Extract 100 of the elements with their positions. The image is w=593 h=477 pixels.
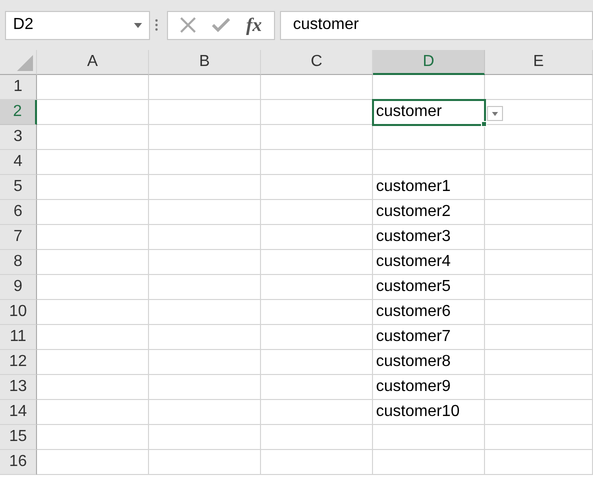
table-cell[interactable] [149, 425, 261, 450]
table-cell[interactable]: customer [373, 100, 485, 125]
table-cell[interactable] [37, 375, 149, 400]
row-header[interactable]: 10 [0, 300, 37, 325]
table-cell[interactable] [149, 300, 261, 325]
table-cell[interactable] [149, 150, 261, 175]
name-box[interactable]: D2 [5, 10, 150, 40]
cancel-icon[interactable] [180, 17, 196, 33]
column-header[interactable]: B [149, 50, 261, 75]
table-cell[interactable] [261, 125, 373, 150]
table-cell[interactable]: customer7 [373, 325, 485, 350]
column-header[interactable]: A [37, 50, 149, 75]
table-cell[interactable] [37, 75, 149, 100]
table-cell[interactable] [149, 200, 261, 225]
table-cell[interactable] [149, 350, 261, 375]
table-cell[interactable] [37, 300, 149, 325]
table-cell[interactable] [261, 275, 373, 300]
table-cell[interactable] [373, 150, 485, 175]
row-header[interactable]: 15 [0, 425, 37, 450]
row-header[interactable]: 12 [0, 350, 37, 375]
table-cell[interactable] [261, 375, 373, 400]
table-cell[interactable] [149, 250, 261, 275]
row-header[interactable]: 16 [0, 450, 37, 475]
table-cell[interactable]: customer10 [373, 400, 485, 425]
table-cell[interactable]: customer1 [373, 175, 485, 200]
formula-input[interactable]: customer [280, 10, 593, 40]
table-cell[interactable] [261, 75, 373, 100]
row-header[interactable]: 6 [0, 200, 37, 225]
table-cell[interactable] [37, 325, 149, 350]
table-cell[interactable] [485, 325, 593, 350]
table-cell[interactable]: customer6 [373, 300, 485, 325]
table-cell[interactable] [37, 225, 149, 250]
table-cell[interactable] [261, 450, 373, 475]
table-cell[interactable] [261, 225, 373, 250]
row-header[interactable]: 13 [0, 375, 37, 400]
table-cell[interactable] [261, 350, 373, 375]
table-cell[interactable] [37, 175, 149, 200]
row-header[interactable]: 2 [0, 100, 37, 125]
table-cell[interactable] [37, 450, 149, 475]
row-header[interactable]: 3 [0, 125, 37, 150]
table-cell[interactable] [37, 125, 149, 150]
table-cell[interactable] [149, 450, 261, 475]
table-cell[interactable] [149, 325, 261, 350]
table-cell[interactable] [485, 175, 593, 200]
table-cell[interactable] [373, 125, 485, 150]
table-cell[interactable] [485, 400, 593, 425]
table-cell[interactable] [149, 375, 261, 400]
table-cell[interactable] [261, 175, 373, 200]
table-cell[interactable] [261, 425, 373, 450]
table-cell[interactable] [373, 425, 485, 450]
table-cell[interactable] [37, 275, 149, 300]
dropdown-button[interactable] [487, 106, 503, 121]
table-cell[interactable]: customer9 [373, 375, 485, 400]
table-cell[interactable] [485, 75, 593, 100]
table-cell[interactable]: customer3 [373, 225, 485, 250]
table-cell[interactable] [261, 200, 373, 225]
table-cell[interactable]: customer2 [373, 200, 485, 225]
table-cell[interactable] [261, 150, 373, 175]
table-cell[interactable] [37, 150, 149, 175]
row-header[interactable]: 9 [0, 275, 37, 300]
row-header[interactable]: 5 [0, 175, 37, 200]
table-cell[interactable] [485, 350, 593, 375]
table-cell[interactable] [261, 325, 373, 350]
column-header[interactable]: D [373, 50, 485, 75]
check-icon[interactable] [212, 18, 230, 32]
table-cell[interactable] [37, 100, 149, 125]
table-cell[interactable] [37, 350, 149, 375]
table-cell[interactable] [261, 300, 373, 325]
row-header[interactable]: 4 [0, 150, 37, 175]
table-cell[interactable] [149, 225, 261, 250]
row-header[interactable]: 1 [0, 75, 37, 100]
table-cell[interactable] [373, 450, 485, 475]
row-header[interactable]: 11 [0, 325, 37, 350]
table-cell[interactable] [149, 125, 261, 150]
insert-function-button[interactable]: fx [246, 16, 262, 34]
table-cell[interactable] [261, 250, 373, 275]
fill-handle[interactable] [481, 121, 487, 127]
table-cell[interactable] [485, 125, 593, 150]
table-cell[interactable]: customer5 [373, 275, 485, 300]
table-cell[interactable] [149, 175, 261, 200]
table-cell[interactable] [485, 200, 593, 225]
row-header[interactable]: 7 [0, 225, 37, 250]
table-cell[interactable] [149, 275, 261, 300]
table-cell[interactable] [149, 100, 261, 125]
table-cell[interactable] [485, 300, 593, 325]
table-cell[interactable] [485, 275, 593, 300]
select-all-icon[interactable] [17, 55, 33, 71]
table-cell[interactable] [485, 450, 593, 475]
table-cell[interactable] [149, 75, 261, 100]
table-cell[interactable] [485, 375, 593, 400]
table-cell[interactable] [485, 150, 593, 175]
table-cell[interactable]: customer4 [373, 250, 485, 275]
table-cell[interactable] [149, 400, 261, 425]
table-cell[interactable] [485, 250, 593, 275]
table-cell[interactable] [261, 400, 373, 425]
table-cell[interactable] [37, 250, 149, 275]
table-cell[interactable] [37, 200, 149, 225]
column-header[interactable]: E [485, 50, 593, 75]
row-header[interactable]: 14 [0, 400, 37, 425]
table-cell[interactable] [485, 225, 593, 250]
